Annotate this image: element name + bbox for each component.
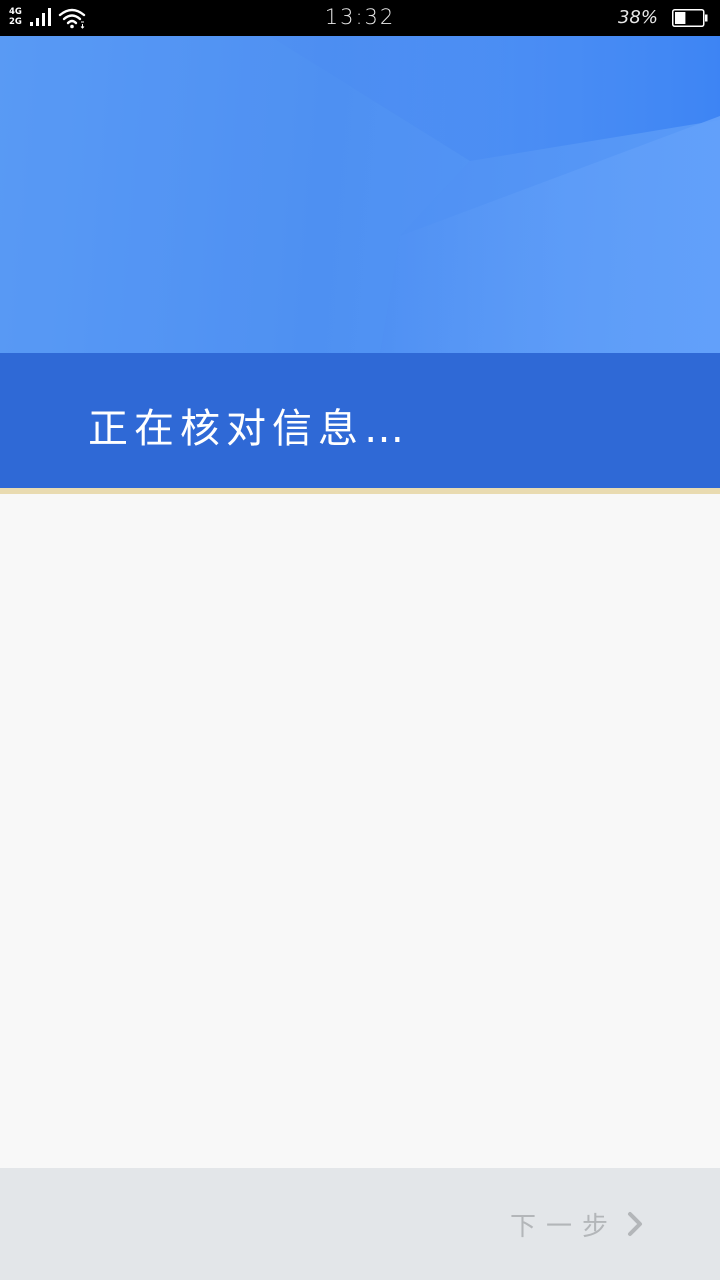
app-screen: 4G 2G 13:32 38% 正在核对信息… 下一步 bbox=[0, 0, 720, 1280]
header-banner bbox=[0, 36, 720, 353]
status-message: 正在核对信息… bbox=[88, 406, 410, 452]
status-bar: 4G 2G 13:32 38% bbox=[0, 0, 720, 36]
chevron-right-icon bbox=[628, 1212, 642, 1236]
battery-percent: 38% bbox=[617, 7, 658, 28]
main-content bbox=[0, 494, 720, 1168]
status-time: 13:32 bbox=[324, 5, 396, 29]
battery-icon bbox=[672, 9, 708, 27]
next-step-label: 下一步 bbox=[509, 1211, 618, 1242]
title-band: 正在核对信息… bbox=[0, 353, 720, 488]
next-step-button[interactable]: 下一步 bbox=[510, 1206, 644, 1242]
bottom-bar: 下一步 bbox=[0, 1168, 720, 1280]
banner-decoration bbox=[0, 36, 720, 353]
